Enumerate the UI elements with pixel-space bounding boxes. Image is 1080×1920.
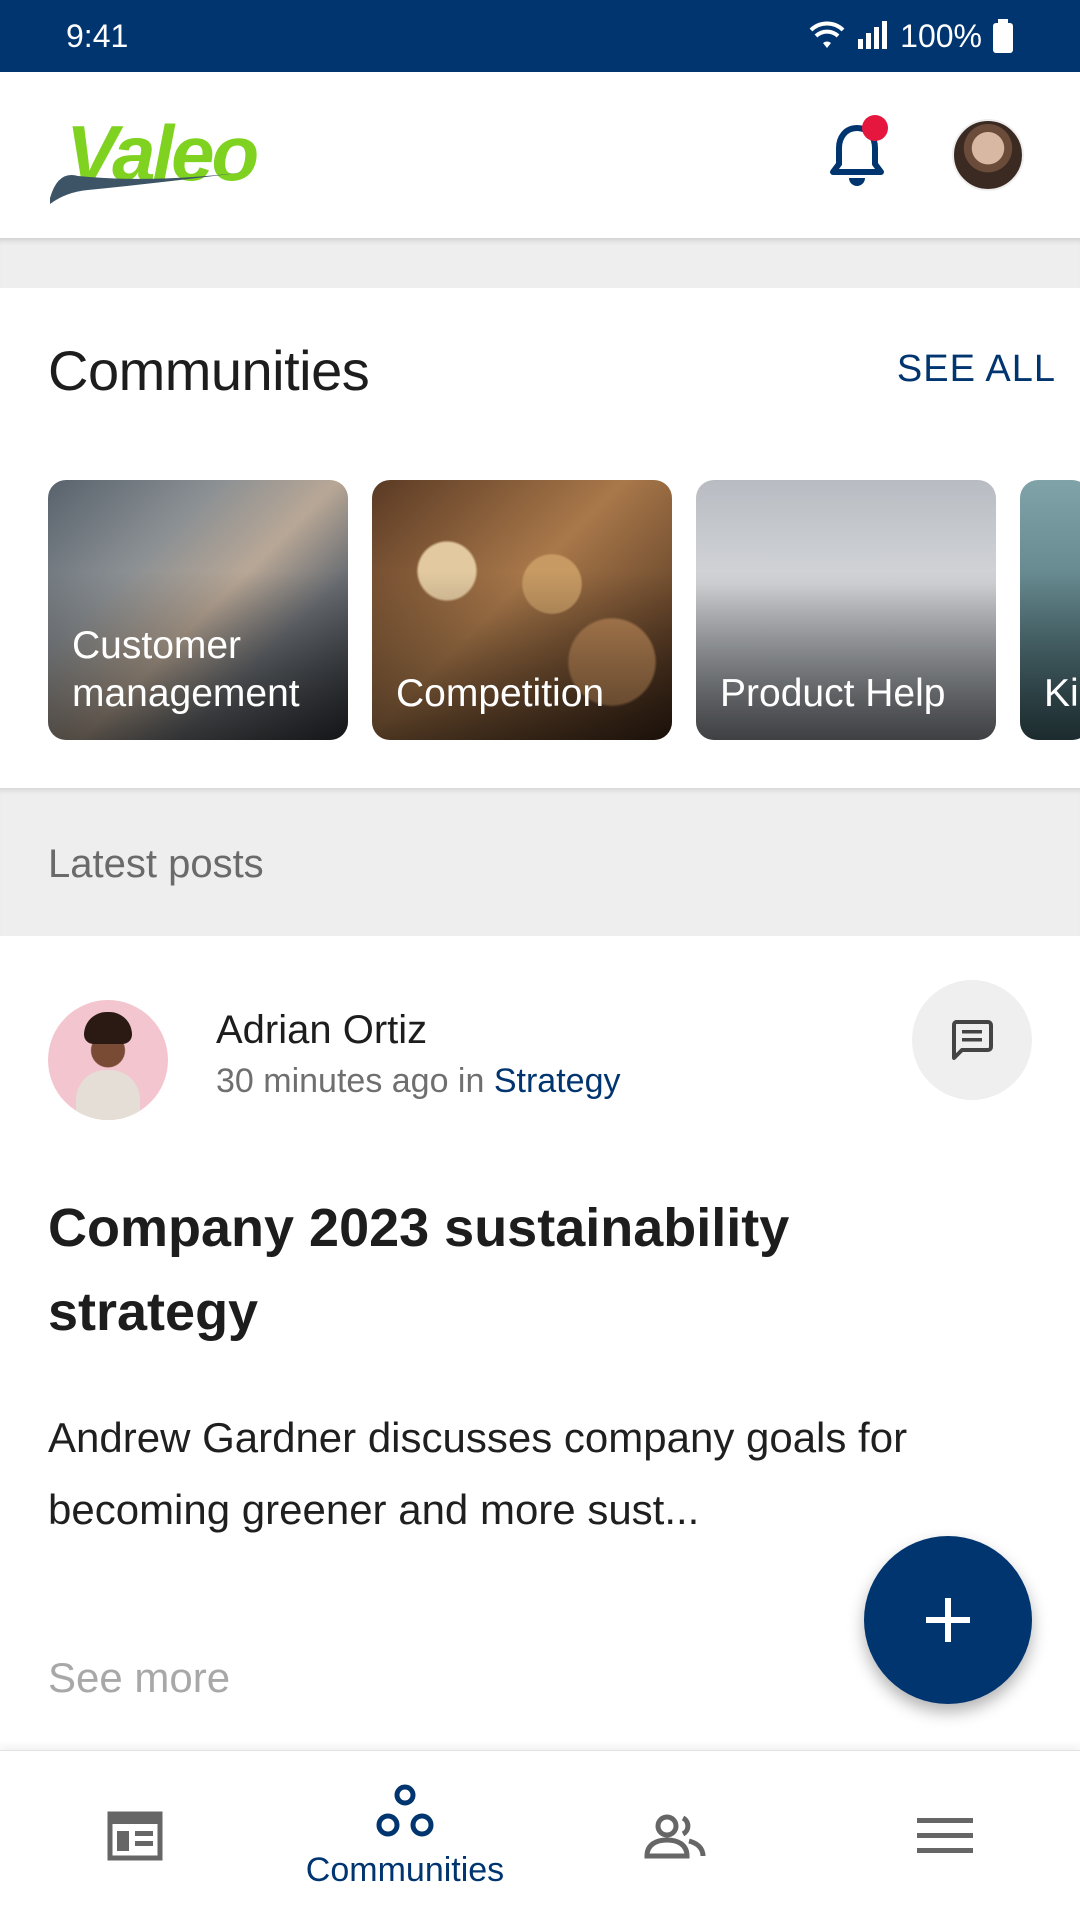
community-carousel[interactable]: Customer management Competition Product …: [48, 480, 1080, 740]
community-card-product-help[interactable]: Product Help: [696, 480, 996, 740]
notifications-button[interactable]: [822, 115, 892, 195]
see-more-link[interactable]: See more: [48, 1654, 230, 1702]
avatar[interactable]: [952, 119, 1024, 191]
community-card-competition[interactable]: Competition: [372, 480, 672, 740]
feed-icon: [107, 1811, 163, 1861]
community-card-label: Product Help: [720, 672, 946, 715]
nav-item-communities[interactable]: Communities: [270, 1751, 540, 1920]
nav-item-people[interactable]: [540, 1751, 810, 1920]
wifi-icon: [809, 21, 845, 48]
post-excerpt: Andrew Gardner discusses company goals f…: [48, 1414, 908, 1533]
nav-item-feed[interactable]: [0, 1751, 270, 1920]
header-actions: [822, 115, 1024, 195]
community-card-partial[interactable]: Ki: [1020, 480, 1080, 740]
status-time: 9:41: [66, 17, 129, 54]
battery-percent: 100%: [900, 17, 982, 54]
notification-badge: [862, 115, 888, 141]
post-time: 30 minutes ago in: [216, 1062, 485, 1100]
latest-posts-title: Latest posts: [48, 842, 264, 886]
see-all-button[interactable]: SEE ALL: [897, 348, 1056, 391]
status-icons: 100%: [808, 18, 1014, 55]
status-bar: 9:41 100%: [0, 0, 1080, 72]
post-community-link[interactable]: Strategy: [494, 1062, 621, 1100]
bottom-navigation: Communities: [0, 1750, 1080, 1920]
communities-title: Communities: [48, 339, 370, 402]
post-meta: 30 minutes ago in Strategy: [216, 1062, 620, 1101]
latest-posts-header: Latest posts: [0, 788, 1080, 936]
people-icon: [644, 1814, 706, 1859]
author-avatar[interactable]: [48, 1000, 168, 1120]
comment-button[interactable]: [912, 980, 1032, 1100]
post-title[interactable]: Company 2023 sustainability strategy: [48, 1186, 948, 1354]
valeo-logo: Valeo: [48, 100, 278, 210]
community-card-label: Competition: [396, 672, 605, 715]
nav-item-menu[interactable]: [810, 1751, 1080, 1920]
create-post-button[interactable]: [864, 1536, 1032, 1704]
post-author[interactable]: Adrian Ortiz: [216, 1008, 427, 1053]
battery-icon: [993, 19, 1013, 53]
comment-icon: [952, 1020, 993, 1060]
community-card-label: Ki: [1044, 672, 1079, 715]
nav-label-communities: Communities: [305, 1850, 505, 1889]
communities-icon: [376, 1784, 434, 1836]
menu-icon: [917, 1818, 973, 1853]
section-divider: [0, 238, 1080, 288]
community-card-label: Customer management: [72, 624, 300, 715]
app-header: Valeo: [0, 72, 1080, 238]
plus-icon: [926, 1598, 970, 1642]
community-card-customer-management[interactable]: Customer management: [48, 480, 348, 740]
communities-section: Communities SEE ALL Customer management …: [0, 288, 1080, 788]
signal-icon: [858, 21, 888, 49]
